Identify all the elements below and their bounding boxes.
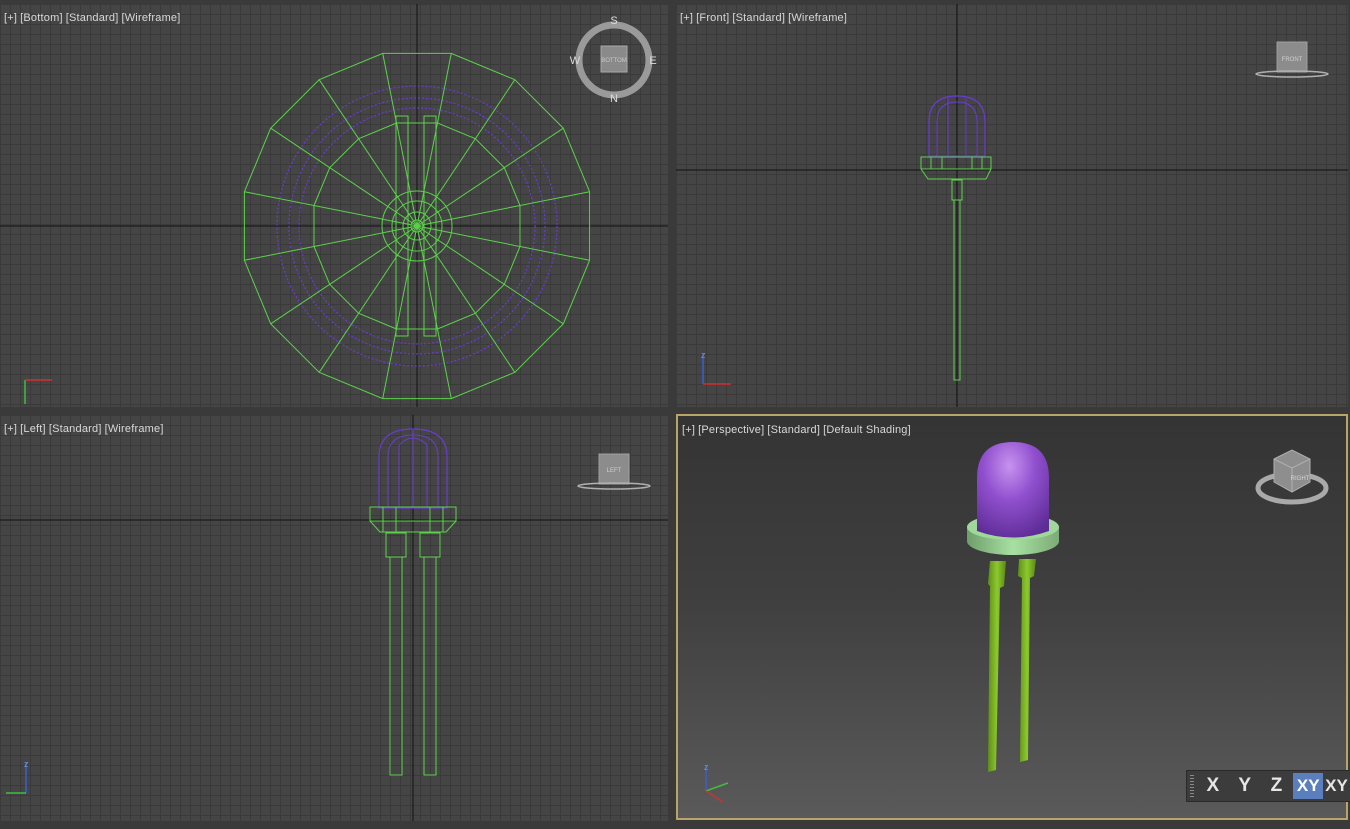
axis-y-button[interactable]: Y [1230,773,1260,799]
axis-x-button[interactable]: X [1198,773,1228,799]
front-wireframe-led: z [676,4,1348,407]
viewport-left[interactable]: z [+] [Left] [Standard] [Wireframe] LEFT [0,415,668,821]
axis-tripod-icon [24,379,52,404]
grip-icon[interactable] [1190,775,1194,797]
svg-text:z: z [701,350,706,360]
axis-constraints-toolbar: X Y Z XY XY [1186,770,1350,802]
viewport-label-front[interactable]: [+] [Front] [Standard] [Wireframe] [680,12,850,24]
svg-text:z: z [704,762,709,772]
axis-tripod-icon: z [6,759,29,794]
left-wireframe-led: z [0,415,668,821]
viewport-label-perspective[interactable]: [+] [Perspective] [Standard] [Default Shadi… [682,424,914,436]
viewport-front[interactable]: z [+] [Front] [Standard] [Wireframe] FRONT [676,4,1348,407]
axis-tripod-icon: z [704,762,729,803]
axis-xy-button[interactable]: XY [1293,773,1324,799]
axis-z-button[interactable]: Z [1262,773,1292,799]
viewport-label-bottom[interactable]: [+] [Bottom] [Standard] [Wireframe] [4,12,184,24]
axis-tripod-icon: z [701,350,731,385]
viewport-perspective[interactable]: z [+] [Perspective] [Standard] [Default Sha… [676,414,1348,820]
perspective-shaded-led: z [704,442,1059,803]
viewport-label-left[interactable]: [+] [Left] [Standard] [Wireframe] [4,423,167,435]
viewport-bottom[interactable]: [+] [Bottom] [Standard] [Wireframe] BOTTOM … [0,4,668,407]
svg-text:z: z [24,759,29,769]
bottom-wireframe-led [0,4,668,407]
axis-xy-flyout-button[interactable]: XY [1325,773,1349,799]
